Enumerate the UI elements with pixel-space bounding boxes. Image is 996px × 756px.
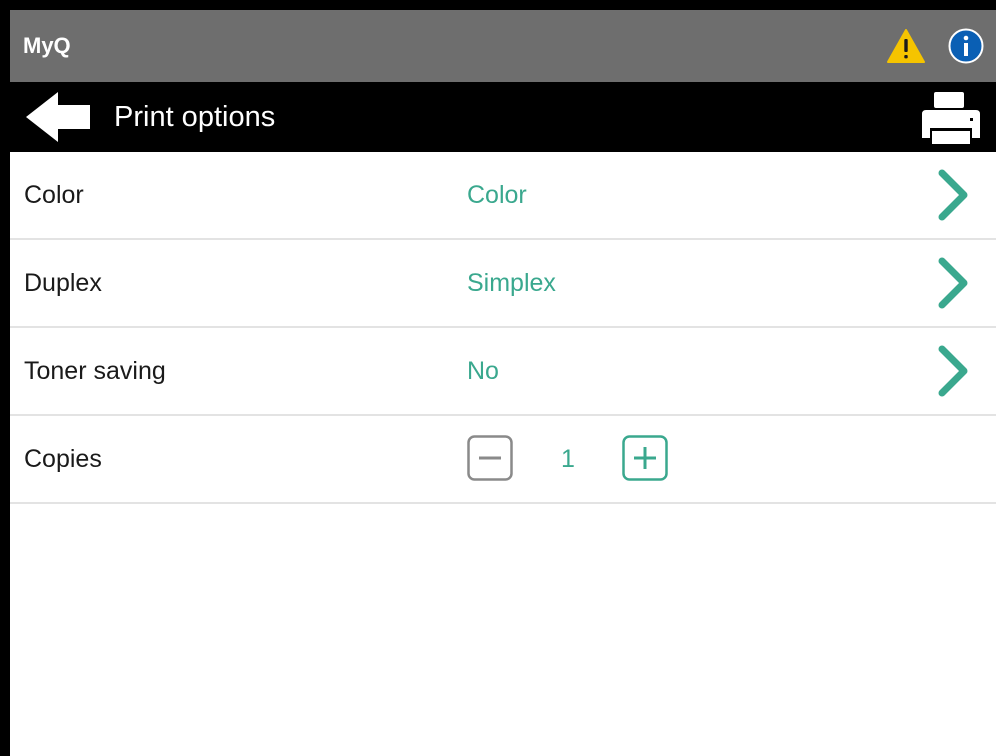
option-label: Copies bbox=[24, 445, 102, 473]
option-label: Toner saving bbox=[24, 357, 166, 385]
option-row-copies: Copies 1 bbox=[10, 416, 996, 504]
copies-value: 1 bbox=[561, 445, 575, 473]
app-name: MyQ bbox=[23, 33, 71, 58]
page-title: Print options bbox=[114, 101, 276, 133]
increment-button[interactable] bbox=[622, 435, 668, 481]
option-label: Duplex bbox=[24, 269, 102, 297]
option-value: Simplex bbox=[467, 269, 556, 297]
status-bar: MyQ bbox=[10, 10, 996, 82]
warning-icon[interactable] bbox=[886, 28, 926, 64]
chevron-right-icon[interactable] bbox=[932, 255, 972, 311]
chevron-right-icon[interactable] bbox=[932, 167, 972, 223]
decrement-button[interactable] bbox=[467, 435, 513, 481]
option-row-color[interactable]: Color Color bbox=[10, 152, 996, 240]
device-frame: MyQ Print options Color Color Duplex Sim… bbox=[0, 0, 996, 756]
chevron-right-icon[interactable] bbox=[932, 343, 972, 399]
info-icon[interactable] bbox=[948, 28, 984, 64]
back-arrow-icon[interactable] bbox=[24, 90, 94, 144]
option-value: No bbox=[467, 357, 499, 385]
option-row-toner-saving[interactable]: Toner saving No bbox=[10, 328, 996, 416]
option-label: Color bbox=[24, 181, 84, 209]
option-value: Color bbox=[467, 181, 527, 209]
options-list: Color Color Duplex Simplex Toner saving … bbox=[10, 152, 996, 504]
header-bar: Print options bbox=[10, 82, 996, 152]
screen: MyQ Print options Color Color Duplex Sim… bbox=[10, 10, 996, 756]
option-row-duplex[interactable]: Duplex Simplex bbox=[10, 240, 996, 328]
printer-icon[interactable] bbox=[918, 88, 984, 148]
